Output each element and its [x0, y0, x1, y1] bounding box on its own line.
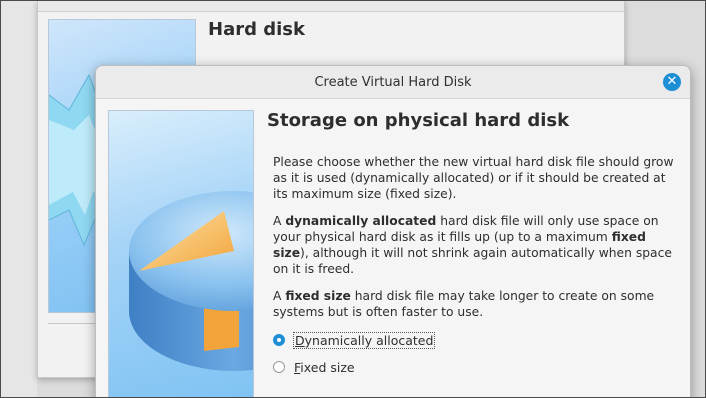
radio-label-text: ynamically allocated: [304, 332, 434, 348]
radio-unchecked-icon[interactable]: [273, 361, 285, 373]
text-span: ), although it will not shrink again aut…: [273, 246, 672, 276]
page-heading: Storage on physical hard disk: [267, 110, 570, 131]
close-icon: ✕: [666, 74, 678, 89]
close-button[interactable]: ✕: [663, 73, 681, 91]
bold-term: dynamically allocated: [285, 214, 437, 228]
radio-option-dynamically-allocated[interactable]: Dynamically allocated: [273, 331, 436, 349]
radio-label-text: ixed size: [300, 359, 355, 375]
dialog-title: Create Virtual Hard Disk: [314, 75, 472, 90]
radio-checked-icon[interactable]: [273, 334, 285, 346]
radio-label-dynamically-allocated[interactable]: Dynamically allocated: [293, 331, 436, 349]
text-span: A: [273, 214, 286, 228]
bold-term: fixed size: [285, 289, 351, 303]
desktop-background: [1, 1, 37, 397]
dialog-titlebar[interactable]: Create Virtual Hard Disk ✕: [96, 66, 690, 99]
pie-chart-graphic: [129, 191, 253, 371]
radio-label-fixed-size[interactable]: Fixed size: [293, 360, 356, 375]
dynamic-description-paragraph: A dynamically allocated hard disk file w…: [273, 213, 683, 277]
background-window-topbar: [38, 1, 624, 12]
radio-option-fixed-size[interactable]: Fixed size: [273, 358, 356, 376]
text-span: A: [273, 289, 286, 303]
screen: Hard disk Create Virtual Hard Disk ✕ Sto…: [0, 0, 706, 398]
create-virtual-hard-disk-dialog: Create Virtual Hard Disk ✕ Storage on ph…: [95, 65, 691, 397]
storage-illustration: [108, 110, 254, 397]
intro-paragraph: Please choose whether the new virtual ha…: [273, 155, 674, 201]
background-window-title: Hard disk: [208, 19, 305, 40]
mnemonic-letter: D: [295, 332, 305, 348]
fixed-description-paragraph: A fixed size hard disk file may take lon…: [273, 288, 683, 320]
